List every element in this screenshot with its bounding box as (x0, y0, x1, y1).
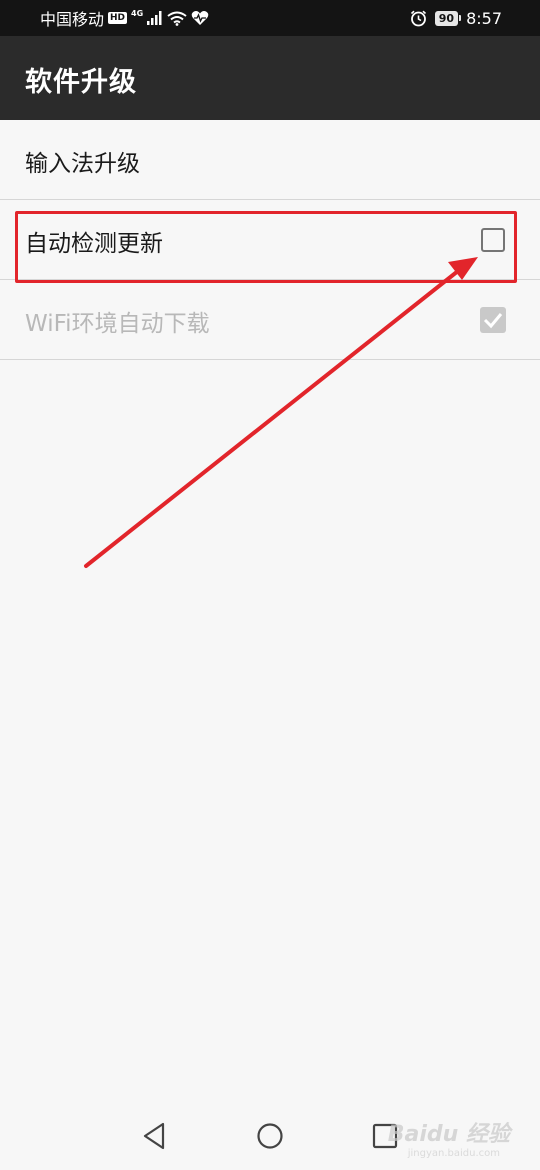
home-icon (257, 1123, 283, 1149)
wifi-auto-download-checkbox (480, 307, 506, 333)
app-bar: 软件升级 (0, 36, 540, 120)
setting-label: WiFi环境自动下载 (25, 311, 210, 337)
battery-icon: 90 (434, 10, 462, 26)
carrier-label: 中国移动 (40, 10, 105, 29)
page-title: 软件升级 (25, 67, 137, 98)
status-right: 90 8:57 (410, 8, 502, 28)
signal-icon (147, 11, 162, 25)
settings-list: 输入法升级 自动检测更新 WiFi环境自动下载 (0, 120, 540, 360)
health-heart-icon (191, 11, 209, 25)
auto-check-update-checkbox[interactable] (481, 228, 505, 252)
setting-label: 输入法升级 (25, 151, 140, 177)
setting-label: 自动检测更新 (25, 231, 163, 257)
alarm-icon (410, 10, 426, 26)
status-left: 中国移动 HD 4G (40, 8, 209, 29)
network-type-label: 4G (131, 8, 144, 18)
clock-time: 8:57 (466, 8, 502, 28)
setting-row-auto-check-update[interactable]: 自动检测更新 (0, 200, 540, 280)
watermark-logo: Baidu 经验 (387, 1122, 510, 1147)
back-button[interactable] (140, 1122, 168, 1150)
back-icon (143, 1122, 165, 1150)
watermark-url: jingyan.baidu.com (407, 1148, 500, 1159)
status-bar: 中国移动 HD 4G 90 8:57 (0, 0, 540, 36)
checkmark-icon (483, 313, 503, 329)
setting-row-ime-upgrade[interactable]: 输入法升级 (0, 120, 540, 200)
setting-row-wifi-auto-download: WiFi环境自动下载 (0, 280, 540, 360)
wifi-icon (167, 11, 187, 26)
hd-icon: HD (108, 12, 128, 24)
home-button[interactable] (256, 1122, 284, 1150)
